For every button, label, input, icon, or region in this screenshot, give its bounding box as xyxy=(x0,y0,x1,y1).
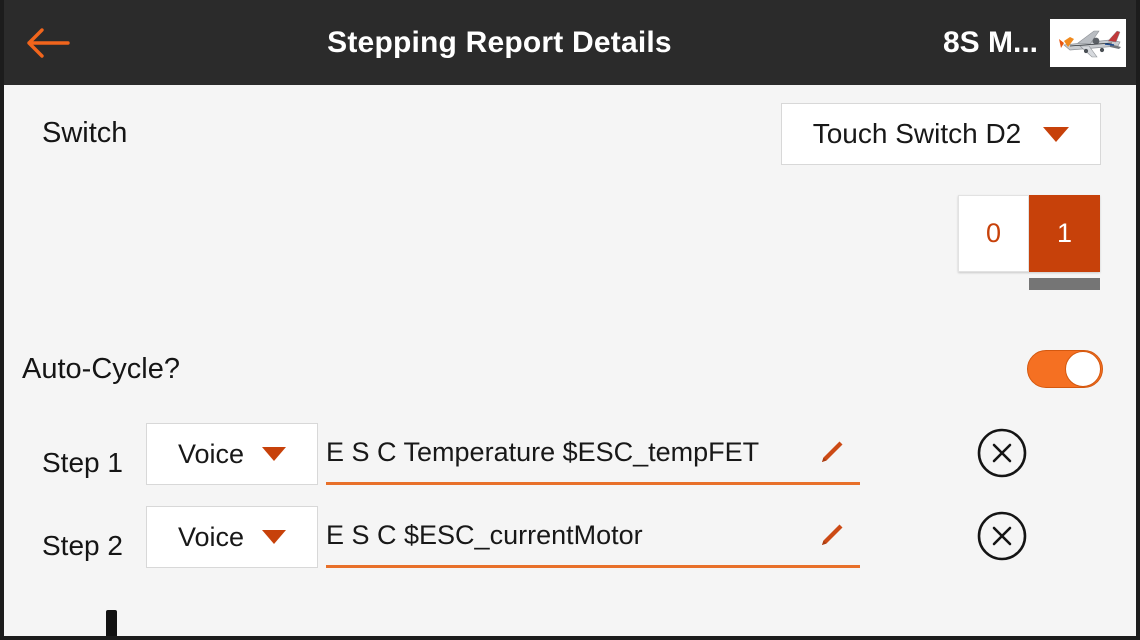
switch-dropdown-value: Touch Switch D2 xyxy=(812,118,1022,149)
step-type-value: Voice xyxy=(177,521,245,552)
auto-cycle-toggle[interactable] xyxy=(1027,350,1103,388)
switch-label: Switch xyxy=(42,117,128,149)
delete-step-button[interactable] xyxy=(976,427,1028,479)
app-window: Stepping Report Details 8S M... Switch T… xyxy=(0,0,1140,640)
step-label: Step 2 xyxy=(42,530,123,561)
model-name-label: 8S M... xyxy=(942,25,1038,59)
step-label: Step 1 xyxy=(42,447,123,478)
toggle-knob xyxy=(1065,351,1101,387)
step-type-dropdown[interactable]: Voice xyxy=(146,506,318,568)
auto-cycle-label: Auto-Cycle? xyxy=(22,353,180,385)
circle-close-icon xyxy=(977,428,1027,478)
switch-dropdown[interactable]: Touch Switch D2 xyxy=(781,103,1101,165)
page-title: Stepping Report Details xyxy=(327,25,672,59)
segment-option-0[interactable]: 0 xyxy=(958,195,1029,272)
chevron-down-icon xyxy=(262,530,287,544)
segment-option-1[interactable]: 1 xyxy=(1029,195,1100,272)
back-button[interactable] xyxy=(4,0,96,85)
step-text-value: E S C Temperature $ESC_tempFET xyxy=(326,437,760,467)
switch-row: Switch Touch Switch D2 xyxy=(4,85,1136,175)
back-arrow-icon xyxy=(27,27,70,58)
add-step-button[interactable] xyxy=(86,610,136,636)
step-row: Step 2 Voice E S C $ESC_currentMotor xyxy=(4,506,1136,590)
plus-icon xyxy=(106,610,117,636)
settings-content: Switch Touch Switch D2 0 1 Auto-Cycle? S… xyxy=(4,85,1136,636)
pencil-icon[interactable] xyxy=(816,438,846,468)
step-row: Step 1 Voice E S C Temperature $ESC_temp… xyxy=(4,423,1136,507)
title-bar: Stepping Report Details 8S M... xyxy=(4,0,1136,85)
value-segmented-control[interactable]: 0 1 xyxy=(958,195,1100,272)
step-type-value: Voice xyxy=(177,438,245,469)
step-text-field[interactable]: E S C $ESC_currentMotor xyxy=(326,506,860,568)
step-text-field[interactable]: E S C Temperature $ESC_tempFET xyxy=(326,423,860,485)
pencil-icon[interactable] xyxy=(816,521,846,551)
chevron-down-icon xyxy=(262,447,287,461)
segment-scrollbar[interactable] xyxy=(1029,278,1100,290)
airplane-icon xyxy=(1050,18,1126,67)
delete-step-button[interactable] xyxy=(976,510,1028,562)
model-thumbnail[interactable] xyxy=(1050,18,1126,67)
step-text-value: E S C $ESC_currentMotor xyxy=(326,520,643,550)
circle-close-icon xyxy=(977,511,1027,561)
step-type-dropdown[interactable]: Voice xyxy=(146,423,318,485)
chevron-down-icon xyxy=(1043,126,1070,142)
